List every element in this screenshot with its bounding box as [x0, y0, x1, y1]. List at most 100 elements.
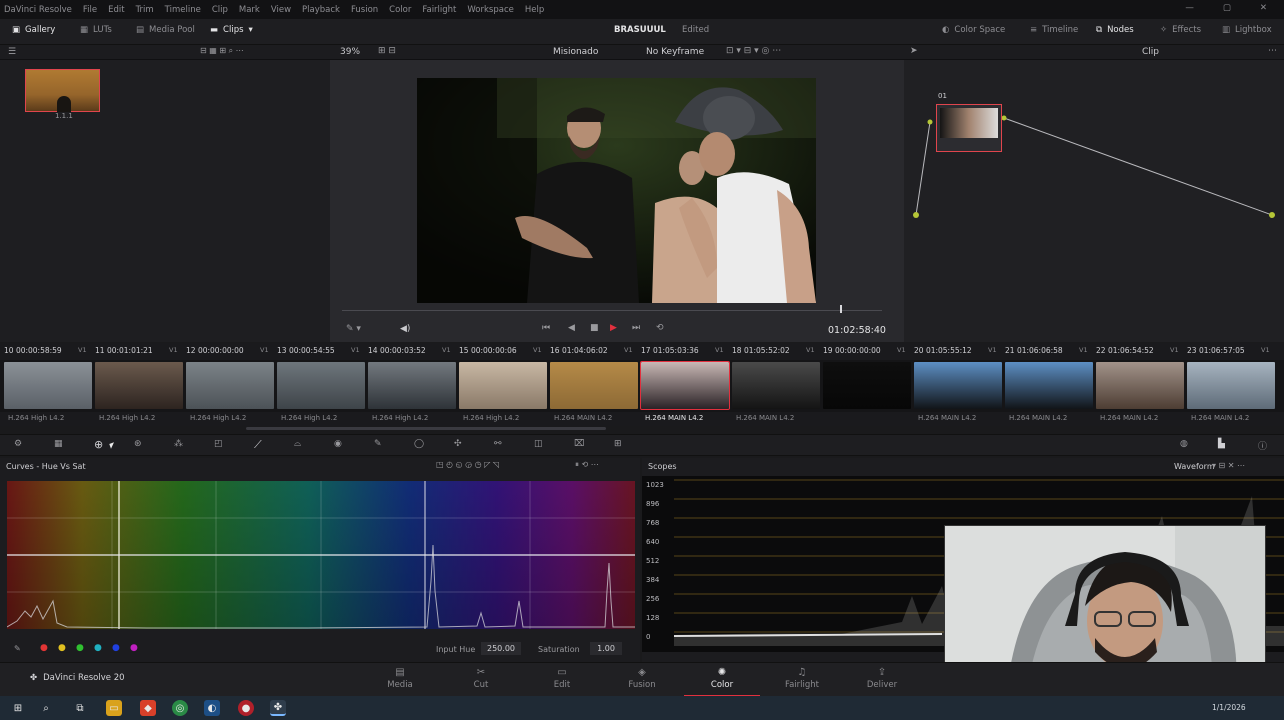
menu-item[interactable]: Playback: [302, 5, 340, 15]
color-match-icon[interactable]: ▦: [54, 439, 63, 449]
menu-item[interactable]: Fairlight: [422, 5, 456, 15]
clip-thumbnail-22[interactable]: [1096, 360, 1186, 412]
menu-item[interactable]: Timeline: [165, 5, 201, 15]
qualifier-icon[interactable]: ◉: [334, 439, 342, 449]
playhead[interactable]: [840, 305, 842, 313]
clip-thumbnail-11[interactable]: [95, 360, 185, 412]
clip-header-17[interactable]: 17 01:05:03:36: [641, 346, 699, 355]
clip-thumbnail-17[interactable]: [640, 360, 731, 412]
window-icon[interactable]: ◯: [414, 439, 424, 449]
clip-thumbnail-20[interactable]: [914, 360, 1004, 412]
scope-options-icons[interactable]: ▾ ⊟ ✕ ⋯: [1212, 461, 1245, 470]
video-frame[interactable]: [417, 78, 816, 303]
clip-header-21[interactable]: 21 01:06:06:58: [1005, 346, 1063, 355]
clip-header-22[interactable]: 22 01:06:54:52: [1096, 346, 1154, 355]
key-icon[interactable]: ⌧: [574, 439, 584, 449]
keyframe-dropdown[interactable]: No Keyframe: [646, 47, 704, 57]
color-space-tab[interactable]: ◐ Color Space: [942, 25, 1005, 35]
timeline-title-dropdown[interactable]: Misionado: [553, 47, 598, 57]
page-tab-edit[interactable]: ▭ Edit: [532, 667, 592, 690]
search-icon[interactable]: ⌕: [38, 700, 54, 716]
clip-header-11[interactable]: 11 00:01:01:21: [95, 346, 153, 355]
clip-thumbnail-23[interactable]: [1187, 360, 1277, 412]
volume-icon[interactable]: ◀): [400, 324, 410, 334]
play-reverse-icon[interactable]: ◀: [568, 323, 575, 333]
view-options-icons[interactable]: ⊟ ▦ ⊞ ⌕ ⋯: [200, 46, 244, 56]
blue-swatch-icon[interactable]: ●: [112, 643, 120, 653]
picker-icon[interactable]: ✎: [14, 644, 21, 653]
clip-thumbnail-14[interactable]: [368, 360, 458, 412]
menu-item[interactable]: Mark: [239, 5, 260, 15]
go-to-start-icon[interactable]: ⏮: [542, 323, 550, 333]
clip-header-14[interactable]: 14 00:00:03:52: [368, 346, 426, 355]
node-01[interactable]: [936, 104, 1002, 152]
clip-thumbnail-15[interactable]: [459, 360, 549, 412]
hdr-wheels-icon[interactable]: ⊛: [134, 439, 142, 449]
page-tab-cut[interactable]: ✂ Cut: [451, 667, 511, 690]
davinci-resolve-taskbar-icon[interactable]: ✤: [270, 700, 286, 716]
clip-header-13[interactable]: 13 00:00:54:55: [277, 346, 335, 355]
clip-header-15[interactable]: 15 00:00:00:06: [459, 346, 517, 355]
play-icon[interactable]: ▶: [610, 323, 617, 333]
clip-header-16[interactable]: 16 01:04:06:02: [550, 346, 608, 355]
scopes-toggle-icon[interactable]: ▙: [1218, 439, 1225, 449]
clip-header-18[interactable]: 18 01:05:52:02: [732, 346, 790, 355]
pointer-icon[interactable]: ➤: [910, 46, 918, 56]
gallery-tab[interactable]: ▣ Gallery: [12, 25, 55, 35]
menu-item[interactable]: Workspace: [467, 5, 513, 15]
curves-icon[interactable]: ⟋: [254, 438, 262, 452]
tracker-icon[interactable]: ✣: [454, 439, 462, 449]
scrubber-track[interactable]: [342, 310, 882, 311]
camera-raw-icon[interactable]: ⚙: [14, 439, 22, 449]
node-editor[interactable]: 01: [904, 60, 1284, 342]
cyan-swatch-icon[interactable]: ●: [94, 643, 102, 653]
clip-thumbnail-12[interactable]: [186, 360, 276, 412]
green-swatch-icon[interactable]: ●: [76, 643, 84, 653]
eyedropper-icon[interactable]: ✎ ▾: [346, 324, 361, 334]
menu-item[interactable]: Trim: [136, 5, 154, 15]
clip-thumbnail-21[interactable]: [1005, 360, 1095, 412]
page-tab-media[interactable]: ▤ Media: [370, 667, 430, 690]
magic-mask-icon[interactable]: ⚯: [494, 439, 502, 449]
menu-item[interactable]: Color: [389, 5, 411, 15]
primaries-wheels-icon[interactable]: ⊕: [94, 438, 103, 451]
curve-mode-icons[interactable]: ◳ ◴ ◵ ◶ ◷ ◸ ◹: [436, 460, 499, 469]
media-pool-tab[interactable]: ▤ Media Pool: [136, 25, 195, 35]
page-tab-fairlight[interactable]: ♫ Fairlight: [772, 667, 832, 690]
menu-item[interactable]: View: [271, 5, 291, 15]
windows-start-icon[interactable]: ⊞: [10, 700, 26, 716]
effects-tab[interactable]: ✧ Effects: [1160, 25, 1201, 35]
file-explorer-icon[interactable]: ▭: [106, 700, 122, 716]
hue-sat-curve-graph[interactable]: [7, 481, 635, 629]
brave-browser-icon[interactable]: ◆: [140, 700, 156, 716]
menu-item[interactable]: Edit: [108, 5, 124, 15]
rgb-mixer-icon[interactable]: ⁂: [174, 439, 183, 449]
timeline-tab[interactable]: ≡ Timeline: [1030, 25, 1078, 35]
loop-icon[interactable]: ⟲: [656, 323, 664, 333]
clip-thumbnail-19[interactable]: [823, 360, 913, 412]
more-options-icon[interactable]: ⋯: [1268, 46, 1277, 56]
clip-header-12[interactable]: 12 00:00:00:00: [186, 346, 244, 355]
clip-header-23[interactable]: 23 01:06:57:05: [1187, 346, 1245, 355]
magenta-swatch-icon[interactable]: ●: [130, 643, 138, 653]
close-button[interactable]: ✕: [1260, 3, 1267, 13]
saturation-field[interactable]: 1.00: [590, 642, 622, 655]
recording-app-icon[interactable]: ●: [238, 700, 254, 716]
clip-thumbnail-10[interactable]: [4, 360, 94, 412]
clip-header-19[interactable]: 19 00:00:00:00: [823, 346, 881, 355]
lightbox-tab[interactable]: ▥ Lightbox: [1222, 25, 1272, 35]
page-tab-deliver[interactable]: ⇪ Deliver: [852, 667, 912, 690]
viewer-layout-icons[interactable]: ⊞ ⊟: [378, 46, 396, 56]
luts-tab[interactable]: ▦ LUTs: [80, 25, 112, 35]
menu-item[interactable]: Clip: [212, 5, 228, 15]
eyedropper-tool-icon[interactable]: ✎: [374, 439, 382, 449]
info-icon[interactable]: ⓘ: [1258, 439, 1267, 452]
gallery-still[interactable]: [25, 69, 100, 112]
chrome-icon[interactable]: ◎: [172, 700, 188, 716]
page-tab-fusion[interactable]: ◈ Fusion: [612, 667, 672, 690]
task-view-icon[interactable]: ⧉: [72, 700, 88, 716]
clip-thumbnail-16[interactable]: [550, 360, 640, 412]
clip-scrollbar[interactable]: [246, 427, 606, 430]
menu-item[interactable]: Fusion: [351, 5, 378, 15]
zoom-dropdown[interactable]: 39%: [340, 47, 360, 57]
